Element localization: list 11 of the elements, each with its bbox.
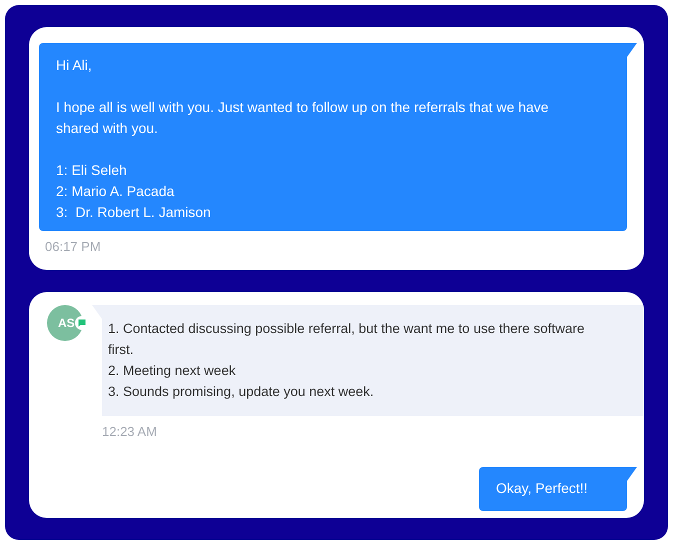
message-text: I hope all is well with you. Just wanted to follow up on the referrals that we have shared with you. — [56, 98, 550, 138]
message-text: Hi Ali, — [56, 56, 93, 75]
message-text: 3. Sounds promising, update you next week. — [108, 383, 375, 401]
message-time: 12:23 AM — [102, 424, 158, 439]
message-text: 3: Dr. Robert L. Jamison — [56, 203, 212, 222]
message-text: 1. Contacted discussing possible referral, but the want me to use there software first. — [108, 320, 586, 359]
message-text: 1: Eli Seleh — [56, 161, 128, 180]
message-text: Okay, Perfect!! — [496, 479, 589, 498]
message-text: 2: Mario A. Pacada — [56, 182, 176, 201]
message-text: 2. Meeting next week — [108, 362, 237, 380]
message-time: 06:17 PM — [45, 239, 102, 254]
